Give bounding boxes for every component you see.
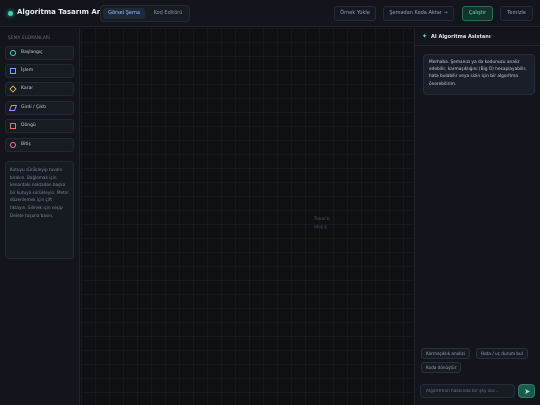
block-decision[interactable]: Karar — [5, 82, 74, 96]
clear-button[interactable]: Temizle — [500, 6, 533, 21]
panel-title: AI Algoritma Asistanı — [431, 34, 491, 40]
app-window: Algoritma Tasarım Aracı Görsel Şema Kod … — [0, 0, 540, 405]
block-end[interactable]: Bitiş — [5, 138, 74, 152]
block-loop[interactable]: Döngü — [5, 119, 74, 133]
diagram-canvas[interactable] — [81, 28, 413, 405]
suggestion-find-bugs-chip[interactable]: Hata / uç durum bul — [476, 348, 528, 359]
send-arrow-icon — [525, 389, 530, 394]
square-icon — [10, 68, 16, 74]
block-start[interactable]: Başlangıç — [5, 46, 74, 60]
panel-header: ✦ AI Algoritma Asistanı — [415, 28, 540, 46]
usage-hint: Kutuyu sürükleyip tuvale bırakın. Bağlam… — [5, 161, 74, 259]
dashed-square-icon — [10, 123, 16, 129]
circle-icon — [10, 142, 16, 148]
circle-icon — [10, 50, 16, 56]
app-title: Algoritma Tasarım Aracı — [17, 8, 112, 16]
run-button[interactable]: Çalıştır — [462, 6, 493, 21]
assistant-message: Merhaba. Şemanızı ya da kodunuzu analiz … — [423, 54, 535, 95]
block-label: Girdi / Çıktı — [21, 105, 47, 110]
block-label: İşlem — [21, 68, 34, 73]
export-to-code-button[interactable]: Şemadan Koda Aktar → — [383, 6, 454, 21]
sidebar-title: ŞEMA ELEMANLARI — [8, 35, 51, 40]
diamond-icon — [9, 85, 17, 93]
sparkle-icon: ✦ — [422, 33, 428, 40]
block-process[interactable]: İşlem — [5, 64, 74, 78]
elements-sidebar: ŞEMA ELEMANLARI Başlangıç İşlem Karar Gi… — [0, 28, 80, 405]
canvas-hint-line: akış ş — [314, 225, 327, 230]
block-label: Döngü — [21, 123, 36, 128]
block-label: Başlangıç — [21, 50, 43, 55]
view-tabs: Görsel Şema Kod Editörü — [100, 5, 190, 22]
suggestion-convert-code-chip[interactable]: Koda dönüştür — [421, 362, 462, 373]
top-bar: Algoritma Tasarım Aracı Görsel Şema Kod … — [0, 0, 540, 27]
block-label: Bitiş — [21, 142, 31, 147]
block-input-output[interactable]: Girdi / Çıktı — [5, 101, 74, 115]
suggestion-complexity-chip[interactable]: Karmaşıklık analizi — [421, 348, 470, 359]
canvas-empty-hint: Tuval b akış ş — [314, 216, 330, 232]
tab-visual-diagram[interactable]: Görsel Şema — [103, 8, 145, 19]
load-example-button[interactable]: Örnek Yükle — [334, 6, 376, 21]
logo-dot-icon — [8, 11, 13, 16]
send-button[interactable] — [518, 384, 535, 398]
tab-code-editor[interactable]: Kod Editörü — [147, 8, 189, 19]
canvas-hint-line: Tuval b — [314, 217, 330, 222]
assistant-input[interactable] — [420, 384, 515, 398]
parallelogram-icon — [8, 105, 18, 111]
block-label: Karar — [21, 86, 34, 91]
